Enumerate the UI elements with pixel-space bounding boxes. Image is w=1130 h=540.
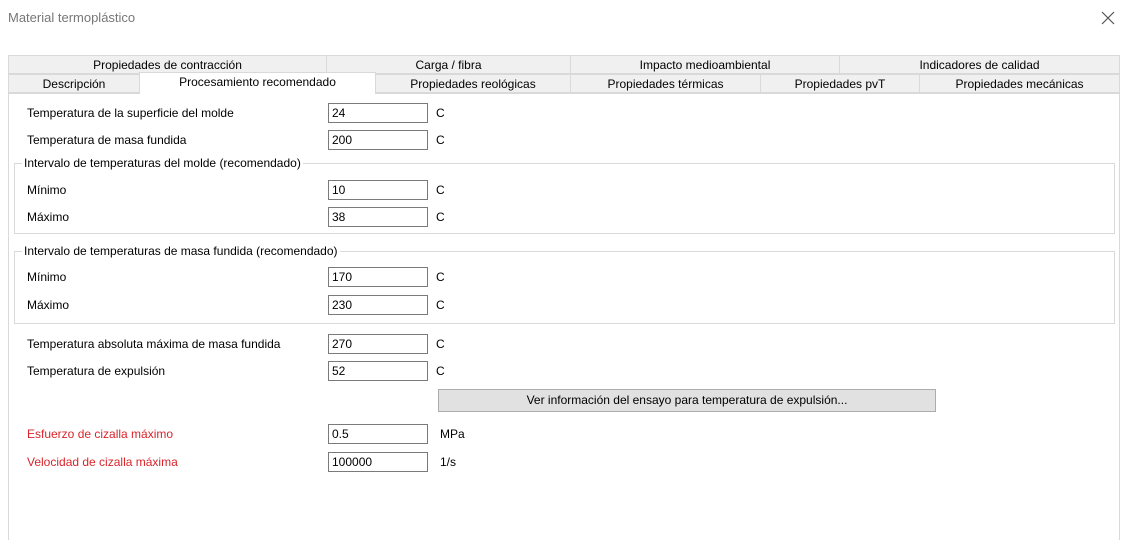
window-title: Material termoplástico	[8, 10, 136, 25]
melt-temp-input[interactable]	[328, 130, 428, 150]
max-shear-rate-input[interactable]	[328, 452, 428, 472]
melt-range-min-input[interactable]	[328, 267, 428, 287]
tab-propiedades-pvt[interactable]: Propiedades pvT	[760, 74, 920, 93]
tab-propiedades-termicas[interactable]: Propiedades térmicas	[570, 74, 761, 93]
mold-range-min-input[interactable]	[328, 180, 428, 200]
mold-surface-temp-unit: C	[436, 106, 445, 120]
close-icon	[1101, 11, 1115, 25]
ejection-temp-unit: C	[436, 364, 445, 378]
abs-max-melt-temp-label: Temperatura absoluta máxima de masa fund…	[27, 337, 281, 351]
melt-temp-unit: C	[436, 133, 445, 147]
tab-descripcion[interactable]: Descripción	[8, 74, 140, 93]
melt-range-max-label: Máximo	[27, 298, 70, 312]
mold-range-max-label: Máximo	[27, 210, 70, 224]
melt-range-max-input[interactable]	[328, 295, 428, 315]
close-button[interactable]	[1096, 6, 1120, 30]
mold-surface-temp-label: Temperatura de la superficie del molde	[27, 106, 234, 120]
ejection-temp-label: Temperatura de expulsión	[27, 364, 166, 378]
mold-surface-temp-input[interactable]	[328, 103, 428, 123]
title-bar: Material termoplástico	[0, 0, 1130, 38]
mold-temp-range-group: Intervalo de temperaturas del molde (rec…	[14, 156, 1115, 234]
max-shear-stress-input[interactable]	[328, 424, 428, 444]
ejection-test-info-button[interactable]: Ver información del ensayo para temperat…	[438, 389, 936, 412]
mold-range-min-label: Mínimo	[27, 183, 67, 197]
max-shear-rate-label: Velocidad de cizalla máxima	[27, 455, 178, 469]
melt-temp-range-title: Intervalo de temperaturas de masa fundid…	[22, 244, 340, 258]
melt-temp-label: Temperatura de masa fundida	[27, 133, 187, 147]
tab-propiedades-reologicas[interactable]: Propiedades reológicas	[375, 74, 571, 93]
melt-temp-range-group: Intervalo de temperaturas de masa fundid…	[14, 244, 1115, 324]
ejection-temp-input[interactable]	[328, 361, 428, 381]
melt-range-min-unit: C	[436, 270, 445, 284]
abs-max-melt-temp-input[interactable]	[328, 334, 428, 354]
max-shear-stress-label: Esfuerzo de cizalla máximo	[27, 427, 174, 441]
abs-max-melt-temp-unit: C	[436, 337, 445, 351]
tab-propiedades-mecanicas[interactable]: Propiedades mecánicas	[919, 74, 1120, 93]
melt-range-max-unit: C	[436, 298, 445, 312]
mold-range-max-input[interactable]	[328, 207, 428, 227]
melt-range-min-label: Mínimo	[27, 270, 67, 284]
max-shear-rate-unit: 1/s	[440, 455, 457, 469]
mold-temp-range-title: Intervalo de temperaturas del molde (rec…	[22, 156, 303, 170]
tab-impacto-medioambiental[interactable]: Impacto medioambiental	[570, 55, 840, 74]
max-shear-stress-unit: MPa	[440, 427, 465, 441]
mold-range-max-unit: C	[436, 210, 445, 224]
tab-procesamiento-recomendado[interactable]: Procesamiento recomendado	[139, 72, 376, 94]
tab-indicadores-calidad[interactable]: Indicadores de calidad	[839, 55, 1120, 74]
mold-range-min-unit: C	[436, 183, 445, 197]
